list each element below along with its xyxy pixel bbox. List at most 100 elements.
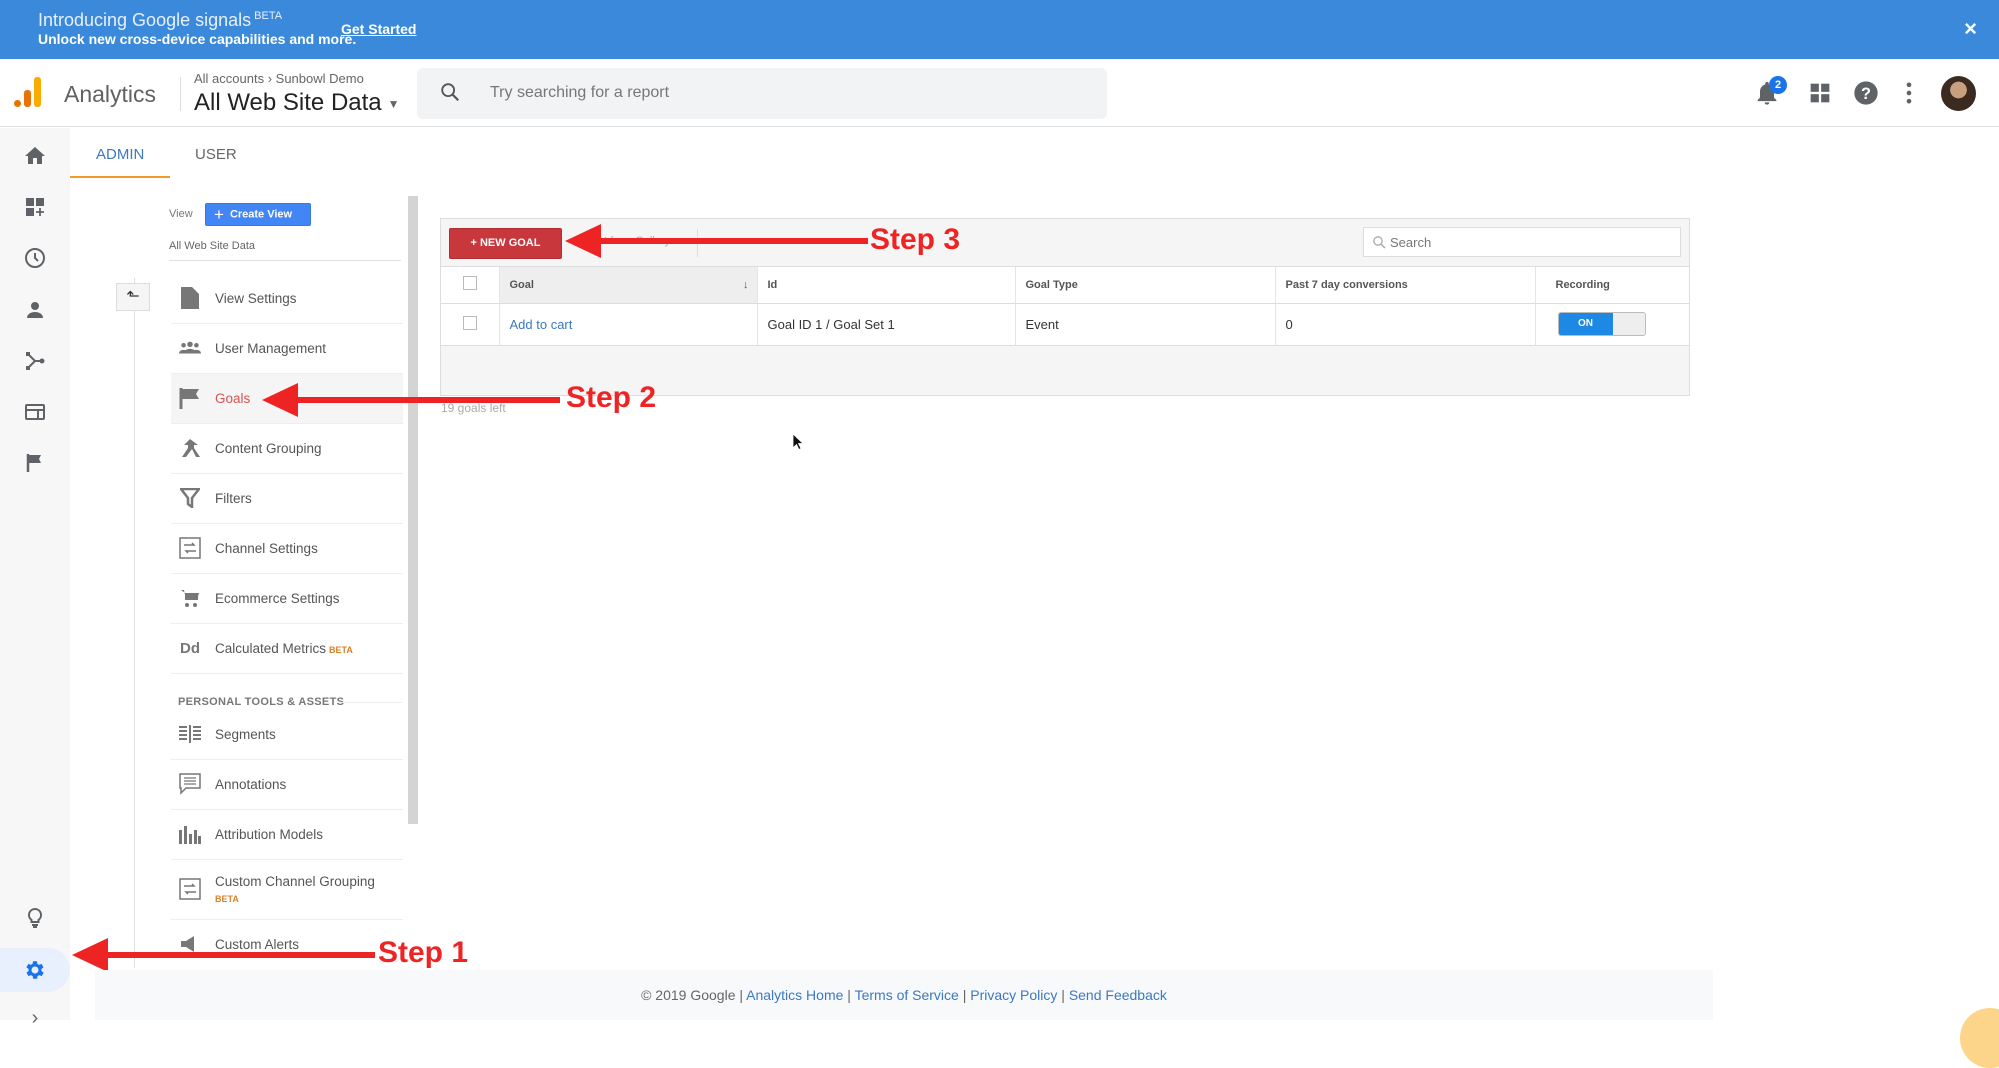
menu-scrollbar[interactable] — [408, 196, 418, 824]
column-header-goal[interactable]: Goal ↓ — [499, 267, 758, 304]
row-select-cell — [441, 303, 500, 346]
goal-link[interactable]: Add to cart — [510, 317, 573, 332]
back-arrow-icon: ⬑ — [126, 288, 140, 305]
menu-item-attribution-models[interactable]: Attribution Models — [171, 810, 403, 860]
menu-item-content-grouping[interactable]: Content Grouping — [171, 424, 403, 474]
arrow-head-icon — [72, 938, 108, 972]
channel-icon — [179, 537, 201, 559]
menu-item-view-settings[interactable]: View Settings — [171, 274, 403, 324]
nav-behavior[interactable] — [0, 392, 70, 432]
terms-of-service-link[interactable]: Terms of Service — [855, 987, 959, 1003]
divider — [180, 77, 181, 111]
home-icon — [25, 147, 45, 164]
banner-subtitle: Unlock new cross-device capabilities and… — [38, 31, 357, 47]
menu-item-segments[interactable]: Segments — [171, 710, 403, 760]
row-checkbox[interactable] — [463, 315, 477, 330]
arrow-line — [598, 238, 868, 244]
menu-item-channel-settings[interactable]: Channel Settings — [171, 524, 403, 574]
expand-icon: › — [31, 1006, 39, 1029]
column-header-recording[interactable]: Recording — [1535, 267, 1689, 304]
conversions-icon — [26, 454, 41, 472]
conversions-cell: 0 — [1275, 303, 1536, 346]
beta-badge: BETA — [254, 10, 283, 22]
divider — [340, 702, 402, 703]
dd-icon: Dd — [180, 639, 200, 657]
discover-icon — [27, 907, 43, 928]
header: Analytics All accounts › Sunbowl Demo Al… — [0, 59, 1999, 127]
column-header-id[interactable]: Id — [757, 267, 1016, 304]
analytics-home-link[interactable]: Analytics Home — [746, 987, 843, 1003]
acquisition-icon — [26, 352, 45, 370]
nav-home[interactable] — [0, 136, 70, 176]
report-search-input[interactable]: Try searching for a report — [417, 68, 1107, 119]
column-divider — [134, 278, 135, 968]
view-selector[interactable]: All Web Site Data — [169, 240, 255, 252]
arrow-line — [295, 397, 560, 403]
search-icon — [441, 83, 460, 102]
mouse-cursor-icon — [793, 434, 803, 450]
nav-audience[interactable] — [0, 290, 70, 330]
menu-item-ecommerce-settings[interactable]: Ecommerce Settings — [171, 574, 403, 624]
segments-icon — [179, 723, 201, 745]
footer: © 2019 Google | Analytics Home | Terms o… — [95, 970, 1713, 1020]
document-icon — [179, 287, 201, 309]
help-bubble-icon[interactable] — [1960, 1008, 1999, 1068]
send-feedback-link[interactable]: Send Feedback — [1069, 987, 1167, 1003]
goals-panel: + NEW GOAL Import from Gallery Goal↓ Id … — [440, 218, 1690, 396]
beta-badge: BETA — [215, 894, 239, 904]
people-icon — [179, 337, 201, 359]
arrow-head-icon — [565, 224, 601, 258]
nav-discover[interactable] — [0, 898, 70, 938]
menu-item-annotations[interactable]: Annotations — [171, 760, 403, 810]
analytics-logo-icon[interactable] — [14, 77, 44, 107]
arrow-line — [105, 952, 375, 958]
apps-icon[interactable] — [1806, 79, 1834, 107]
notification-badge: 2 — [1769, 76, 1787, 94]
plus-icon: + — [214, 205, 224, 224]
goals-search-input[interactable] — [1390, 228, 1675, 256]
nav-conversions[interactable] — [0, 443, 70, 483]
toggle-on-label: ON — [1558, 313, 1613, 335]
view-label: View — [169, 208, 193, 220]
select-all-cell — [441, 267, 500, 304]
menu-item-custom-channel-grouping[interactable]: Custom Channel Grouping BETA — [171, 860, 403, 920]
recording-toggle[interactable]: ON — [1557, 312, 1646, 336]
tab-admin[interactable]: ADMIN — [96, 146, 144, 163]
behavior-icon — [25, 404, 45, 420]
goals-search-field[interactable] — [1363, 227, 1681, 257]
signals-banner: Introducing Google signals BETA Unlock ne… — [0, 0, 1999, 59]
column-header-goal-type[interactable]: Goal Type — [1015, 267, 1276, 304]
privacy-policy-link[interactable]: Privacy Policy — [970, 987, 1057, 1003]
breadcrumb[interactable]: All accounts › Sunbowl Demo — [194, 71, 364, 86]
nav-admin[interactable] — [0, 948, 70, 992]
get-started-link[interactable]: Get Started — [341, 21, 416, 37]
active-tab-indicator — [70, 176, 170, 178]
nav-acquisition[interactable] — [0, 341, 70, 381]
menu-item-filters[interactable]: Filters — [171, 474, 403, 524]
nav-expand[interactable]: › — [0, 998, 70, 1038]
nav-customization[interactable] — [0, 187, 70, 227]
channel-icon — [179, 878, 201, 900]
menu-item-calculated-metrics[interactable]: Dd Calculated Metrics BETA — [171, 624, 403, 674]
close-banner-icon[interactable]: × — [1964, 16, 1977, 42]
tab-user[interactable]: USER — [195, 146, 237, 163]
admin-tabs: ADMIN USER — [70, 128, 1999, 180]
column-header-conversions[interactable]: Past 7 day conversions — [1275, 267, 1536, 304]
back-arrow-button[interactable]: ⬑ — [116, 283, 150, 311]
more-vert-icon[interactable] — [1895, 79, 1923, 107]
table-row: Add to cart Goal ID 1 / Goal Set 1 Event… — [441, 303, 1689, 346]
new-goal-button[interactable]: + NEW GOAL — [449, 228, 562, 259]
copyright: © 2019 Google — [641, 987, 736, 1003]
caret-down-icon: ▼ — [387, 96, 400, 111]
audience-icon — [27, 302, 43, 318]
customization-icon — [26, 198, 44, 216]
nav-realtime[interactable] — [0, 238, 70, 278]
help-icon[interactable]: ? — [1852, 79, 1880, 107]
cart-icon — [179, 587, 201, 609]
menu-item-user-management[interactable]: User Management — [171, 324, 403, 374]
avatar[interactable] — [1941, 76, 1976, 111]
flag-icon — [179, 387, 201, 409]
property-selector[interactable]: All Web Site Data ▼ — [194, 89, 400, 117]
select-all-checkbox[interactable] — [463, 276, 477, 291]
create-view-button[interactable]: + Create View — [205, 203, 311, 226]
